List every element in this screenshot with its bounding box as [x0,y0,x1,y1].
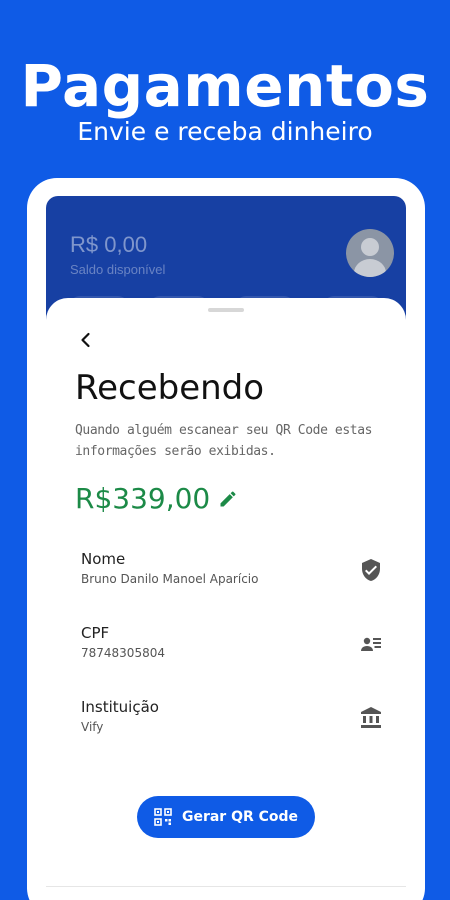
info-row-cpf: CPF 78748305804 [81,624,381,668]
page-title: Recebendo [75,368,265,408]
avatar-head [361,238,379,256]
generate-qr-label: Gerar QR Code [181,809,299,825]
qr-code-icon [154,808,172,826]
phone-frame: R$ 0,00 Saldo disponível Recebendo Quand… [27,178,425,900]
sheet-handle[interactable] [208,308,244,312]
info-value: 78748305804 [81,646,165,660]
amount-row: R$339,00 [75,482,238,515]
bank-icon [361,707,381,728]
avatar[interactable] [346,229,394,277]
pencil-icon[interactable] [218,489,238,509]
info-value: Bruno Danilo Manoel Aparício [81,572,259,586]
divider [46,886,406,887]
amount-value: R$339,00 [75,482,211,515]
id-card-icon [361,637,381,651]
generate-qr-button[interactable]: Gerar QR Code [137,796,315,838]
shield-check-icon [362,559,380,581]
chevron-left-icon [81,332,90,348]
avatar-body [354,259,386,277]
info-label: Instituição [81,698,159,716]
promo-subtitle: Envie e receba dinheiro [77,117,373,146]
balance-label: Saldo disponível [70,262,166,277]
balance-amount: R$ 0,00 [70,232,148,257]
info-label: Nome [81,550,126,568]
back-button[interactable] [72,326,100,354]
info-value: Vify [81,720,104,734]
page-description: Quando alguém escanear seu QR Code estas… [75,423,373,459]
info-row-name: Nome Bruno Danilo Manoel Aparício [81,550,381,594]
promo-title: Pagamentos [20,52,430,120]
info-row-institution: Instituição Vify [81,698,381,742]
receive-sheet: Recebendo Quando alguém escanear seu QR … [46,298,406,900]
info-label: CPF [81,624,110,642]
